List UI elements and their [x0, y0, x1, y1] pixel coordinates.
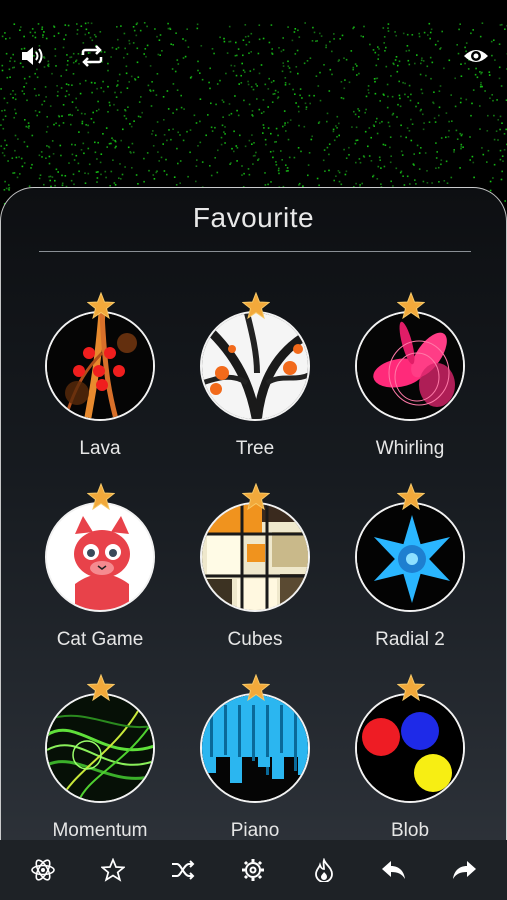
item-label: Cubes: [227, 629, 283, 650]
undo-icon[interactable]: [374, 850, 414, 890]
favourite-star-icon[interactable]: [242, 292, 270, 320]
volume-icon[interactable]: [16, 40, 48, 72]
item-momentum[interactable]: Momentum: [25, 666, 175, 840]
item-cat-game[interactable]: Cat Game: [25, 475, 175, 655]
star-icon[interactable]: [93, 850, 133, 890]
item-label: Tree: [235, 438, 275, 459]
favourite-star-icon[interactable]: [242, 674, 270, 702]
shuffle-icon[interactable]: [163, 850, 203, 890]
item-lava[interactable]: Lava: [25, 284, 175, 464]
favourites-panel: Favourite Lava Tree Whirling Cat Game Cu…: [0, 187, 507, 840]
top-bar: [0, 0, 507, 22]
item-blob[interactable]: Blob: [335, 666, 485, 840]
item-piano[interactable]: Piano: [180, 666, 330, 840]
tree-thumbnail: [200, 311, 310, 421]
cat-game-thumbnail: [45, 502, 155, 612]
blob-thumbnail: [355, 693, 465, 803]
panel-title: Favourite: [192, 202, 315, 233]
flame-icon[interactable]: [304, 850, 344, 890]
item-label: Whirling: [375, 438, 445, 459]
favourite-star-icon[interactable]: [87, 292, 115, 320]
bottom-toolbar: [0, 840, 507, 900]
divider: [39, 251, 471, 252]
item-radial-2[interactable]: Radial 2: [335, 475, 485, 655]
whirling-thumbnail: [355, 311, 465, 421]
gear-icon[interactable]: [233, 850, 273, 890]
momentum-thumbnail: [45, 693, 155, 803]
item-label: Piano: [230, 820, 280, 840]
item-label: Lava: [79, 438, 121, 459]
redo-icon[interactable]: [444, 850, 484, 890]
item-whirling[interactable]: Whirling: [335, 284, 485, 464]
item-label: Radial 2: [375, 629, 445, 650]
favourite-star-icon[interactable]: [397, 674, 425, 702]
repeat-icon[interactable]: [76, 40, 108, 72]
favourite-star-icon[interactable]: [242, 483, 270, 511]
lava-thumbnail: [45, 311, 155, 421]
favourite-star-icon[interactable]: [87, 483, 115, 511]
favourite-star-icon[interactable]: [87, 674, 115, 702]
item-label: Blob: [390, 820, 430, 840]
cubes-thumbnail: [200, 502, 310, 612]
item-cubes[interactable]: Cubes: [180, 475, 330, 655]
item-label: Cat Game: [56, 629, 144, 650]
item-label: Momentum: [52, 820, 148, 840]
favourite-star-icon[interactable]: [397, 292, 425, 320]
eye-icon[interactable]: [460, 40, 492, 72]
atom-icon[interactable]: [23, 850, 63, 890]
item-tree[interactable]: Tree: [180, 284, 330, 464]
piano-thumbnail: [200, 693, 310, 803]
favourite-star-icon[interactable]: [397, 483, 425, 511]
radial-2-thumbnail: [355, 502, 465, 612]
